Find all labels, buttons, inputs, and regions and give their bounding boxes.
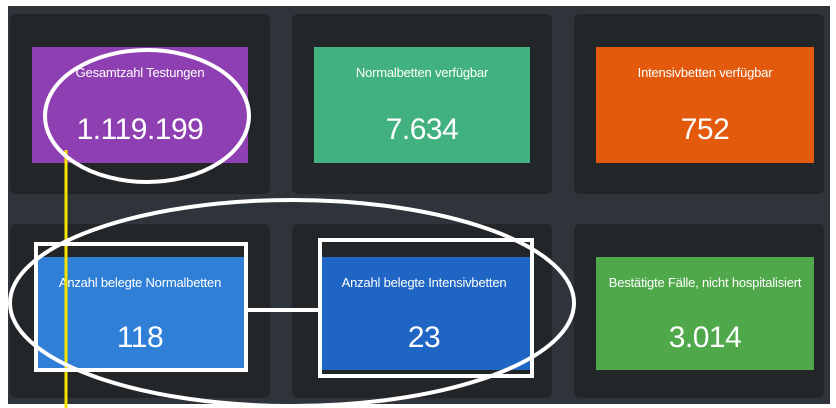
card-label: Anzahl belegte Normalbetten [58,275,222,290]
card-value: 7.634 [385,113,459,146]
card-gesamtzahl-testungen[interactable]: Gesamtzahl Testungen 1.119.199 [32,47,248,163]
card-label: Gesamtzahl Testungen [75,65,205,80]
card-label: Bestätigte Fälle, nicht hospitalisiert [608,275,802,290]
card-belegte-intensivbetten[interactable]: Anzahl belegte Intensivbetten 23 [318,257,530,370]
card-belegte-normalbetten[interactable]: Anzahl belegte Normalbetten 118 [34,257,246,370]
card-value: 1.119.199 [76,113,204,146]
card-label: Normalbetten verfügbar [355,65,489,80]
card-value: 752 [680,113,730,146]
card-value: 3.014 [668,321,742,354]
card-bestaetigte-faelle[interactable]: Bestätigte Fälle, nicht hospitalisiert 3… [596,257,814,370]
card-label: Intensivbetten verfügbar [637,65,773,80]
card-intensivbetten-verfuegbar[interactable]: Intensivbetten verfügbar 752 [596,47,814,163]
card-normalbetten-verfuegbar[interactable]: Normalbetten verfügbar 7.634 [314,47,530,163]
card-value: 118 [116,321,164,354]
card-label: Anzahl belegte Intensivbetten [341,275,507,290]
card-value: 23 [407,321,441,354]
